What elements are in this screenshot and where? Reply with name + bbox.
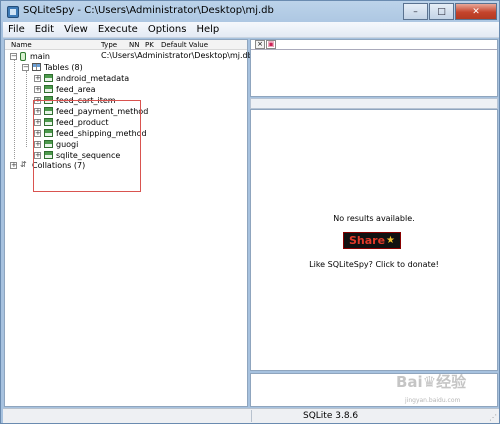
tree-guide-line [26, 71, 27, 147]
close-tab-icon[interactable]: × [255, 40, 265, 49]
share-label: Share [348, 234, 386, 247]
db-path: C:\Users\Administrator\Desktop\mj.db [101, 51, 253, 60]
table-icon [44, 74, 53, 82]
close-button[interactable]: ✕ [455, 3, 497, 20]
sql-tab-icon[interactable]: ▣ [266, 40, 276, 49]
share-button[interactable]: Share ★ [343, 232, 401, 249]
tree-guide-line [14, 59, 15, 159]
resize-grip-icon[interactable]: ⋰ [489, 413, 497, 422]
database-icon [20, 51, 26, 61]
status-separator [251, 410, 252, 422]
table-name: feed_area [56, 84, 96, 94]
column-header-nn[interactable]: NN [129, 41, 139, 49]
column-header-type[interactable]: Type [101, 41, 117, 49]
tables-label: Tables (8) [44, 62, 83, 72]
menu-execute[interactable]: Execute [93, 22, 143, 38]
column-header-pk[interactable]: PK [145, 41, 154, 49]
maximize-icon: □ [437, 6, 446, 17]
menu-bar: File Edit View Execute Options Help [3, 22, 499, 38]
title-bar[interactable]: SQLiteSpy - C:\Users\Administrator\Deskt… [1, 1, 500, 22]
menu-view[interactable]: View [59, 22, 93, 38]
tree-column-headers: Name Type NN PK Default Value [5, 40, 247, 50]
collapse-icon[interactable]: − [10, 52, 17, 60]
sqlite-version: SQLite 3.8.6 [303, 411, 359, 421]
db-name: main [30, 51, 50, 61]
minimize-icon: – [413, 6, 418, 17]
pane-splitter[interactable] [250, 98, 498, 109]
tab-divider [251, 49, 497, 50]
table-name: android_metadata [56, 73, 130, 83]
table-item[interactable]: + android_metadata [34, 73, 129, 83]
donate-link[interactable]: Like SQLiteSpy? Click to donate! [251, 260, 497, 269]
window-title: SQLiteSpy - C:\Users\Administrator\Deskt… [23, 5, 274, 16]
annotation-highlight-box [33, 100, 141, 192]
minimize-button[interactable]: – [403, 3, 428, 20]
menu-file[interactable]: File [3, 22, 30, 38]
expand-icon[interactable]: + [34, 74, 41, 82]
sqlitespy-app-icon [7, 6, 19, 18]
schema-tree-pane: Name Type NN PK Default Value − main C:\… [4, 39, 253, 407]
close-icon: ✕ [472, 6, 480, 17]
column-header-default-value[interactable]: Default Value [161, 41, 208, 49]
maximize-button[interactable]: □ [429, 3, 454, 20]
table-item[interactable]: + feed_area [34, 84, 96, 94]
menu-options[interactable]: Options [143, 22, 192, 38]
expand-icon[interactable]: + [10, 161, 17, 169]
app-window: SQLiteSpy - C:\Users\Administrator\Deskt… [0, 0, 500, 424]
baidu-watermark: Bai♛经验 [396, 373, 467, 391]
sql-editor-pane[interactable]: × ▣ [250, 39, 498, 97]
window-controls: – □ ✕ [403, 3, 497, 20]
menu-help[interactable]: Help [191, 22, 224, 38]
expand-icon[interactable]: + [34, 85, 41, 93]
status-bar: SQLite 3.8.6 ⋰ [3, 408, 499, 423]
tree-node-main[interactable]: − main [10, 51, 50, 61]
tables-folder-icon [32, 63, 41, 71]
collations-icon: ⇵ [20, 160, 27, 169]
no-results-message: No results available. [333, 214, 415, 223]
collapse-icon[interactable]: − [22, 63, 29, 71]
table-icon [44, 85, 53, 93]
baidu-watermark-url: jingyan.baidu.com [405, 397, 461, 404]
menu-edit[interactable]: Edit [30, 22, 59, 38]
tree-node-tables[interactable]: − Tables (8) [22, 62, 83, 72]
column-header-name[interactable]: Name [11, 41, 32, 49]
results-pane: No results available. Share ★ Like SQLit… [250, 109, 498, 371]
star-icon: ★ [386, 235, 396, 246]
